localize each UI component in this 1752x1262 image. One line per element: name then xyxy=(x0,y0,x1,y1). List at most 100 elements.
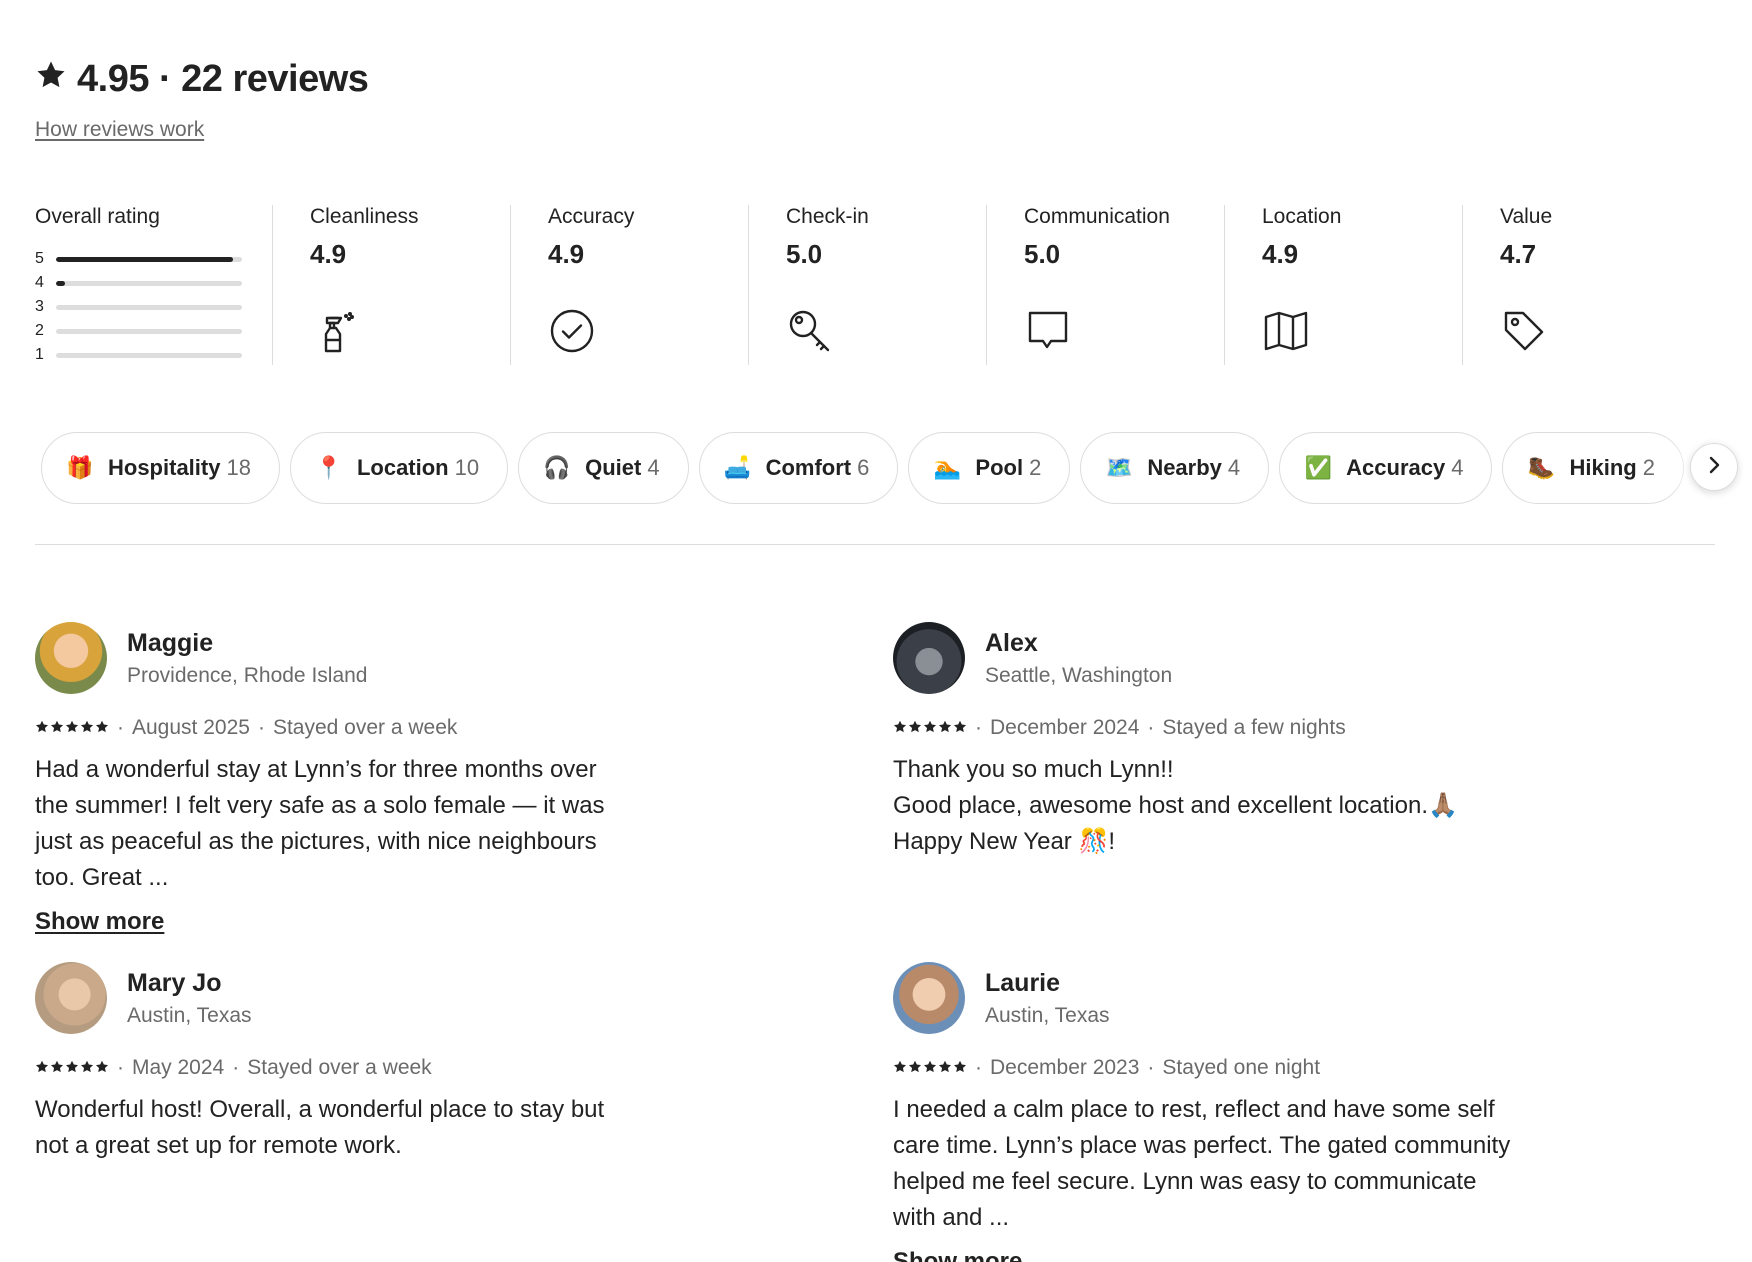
review-text: Had a wonderful stay at Lynn’s for three… xyxy=(35,752,635,896)
review-text-line: Thank you so much Lynn!! xyxy=(893,756,1174,783)
star-icon xyxy=(953,1056,967,1080)
how-reviews-work-link[interactable]: How reviews work xyxy=(35,118,204,142)
topic-chip-hiking[interactable]: 🥾 Hiking 2 xyxy=(1502,432,1684,504)
star-icon xyxy=(95,1056,109,1080)
star-icon xyxy=(65,716,79,740)
rating-bar-fill xyxy=(56,256,233,262)
star-icon xyxy=(908,1056,922,1080)
topic-chip-nearby[interactable]: 🗺️ Nearby 4 xyxy=(1080,432,1270,504)
review-text: I needed a calm place to rest, reflect a… xyxy=(893,1092,1513,1236)
reviewer-name: Alex xyxy=(985,628,1038,657)
review-meta: · August 2025 · Stayed over a week xyxy=(35,716,755,740)
show-more-button[interactable]: Show more xyxy=(35,908,164,936)
reviewer-name: Mary Jo xyxy=(127,968,222,997)
overall-score: 4.95 xyxy=(77,58,149,100)
reviewer-name: Laurie xyxy=(985,968,1061,997)
review-text-line: I needed a calm place to rest, reflect a… xyxy=(893,1096,1511,1231)
chip-label: Hospitality xyxy=(108,455,221,480)
chip-label: Quiet xyxy=(585,455,642,480)
star-icon xyxy=(938,716,952,740)
category-score: 4.9 xyxy=(548,239,585,269)
rating-bar-star: 4 xyxy=(35,274,44,291)
star-icon xyxy=(35,716,49,740)
review-text: Thank you so much Lynn!! Good place, awes… xyxy=(893,752,1493,860)
tag-icon xyxy=(1500,307,1550,357)
avatar[interactable] xyxy=(35,622,107,694)
review-text-line: Happy New Year 🎊! xyxy=(893,828,1115,855)
chip-label: Nearby xyxy=(1147,455,1222,480)
topic-chip-quiet[interactable]: 🎧 Quiet 4 xyxy=(518,432,689,504)
rating-bar-track xyxy=(56,304,242,310)
rating-bar-track xyxy=(56,328,242,334)
rating-categories: Overall rating 5 4 3 2 1 Cleanliness 4.9… xyxy=(35,205,1635,365)
review-text: Wonderful host! Overall, a wonderful pla… xyxy=(35,1092,635,1164)
avatar[interactable] xyxy=(893,622,965,694)
review-text-line: Had a wonderful stay at Lynn’s for three… xyxy=(35,756,605,891)
avatar[interactable] xyxy=(893,962,965,1034)
topic-chip-location[interactable]: 📍 Location 10 xyxy=(289,432,509,504)
rating-bar-star: 5 xyxy=(35,250,44,267)
category-score: 4.7 xyxy=(1500,239,1537,269)
overall-rating-breakdown: Overall rating 5 4 3 2 1 xyxy=(35,205,272,365)
star-icon xyxy=(35,1056,49,1080)
category-score: 5.0 xyxy=(1024,239,1061,269)
reviewer-header: Mary Jo Austin, Texas xyxy=(35,962,755,1034)
star-icon xyxy=(893,1056,907,1080)
chip-label: Comfort xyxy=(765,455,852,480)
spray-bottle-icon xyxy=(310,307,360,357)
chip-count: 2 xyxy=(1029,455,1042,480)
reviews-count: 22 reviews xyxy=(181,58,369,100)
chips-next-button[interactable] xyxy=(1690,443,1738,491)
meta-separator: · xyxy=(975,716,982,739)
topic-chip-hospitality[interactable]: 🎁 Hospitality 18 xyxy=(41,432,280,504)
rating-bar-row: 5 xyxy=(35,247,242,271)
chip-count: 4 xyxy=(1227,455,1241,480)
category-value: Value 4.7 xyxy=(1462,205,1700,365)
star-icon xyxy=(50,1056,64,1080)
reviewer-name: Maggie xyxy=(127,628,214,657)
star-icon xyxy=(893,716,907,740)
reviewer-location: Providence, Rhode Island xyxy=(127,663,368,687)
star-icon xyxy=(923,1056,937,1080)
chip-emoji-icon: 🥾 xyxy=(1527,455,1556,480)
topic-chip-pool[interactable]: 🏊 Pool 2 xyxy=(908,432,1071,504)
rating-bar-track xyxy=(56,256,242,262)
chip-emoji-icon: 📍 xyxy=(315,455,343,480)
review-text-line: Good place, awesome host and excellent l… xyxy=(893,792,1458,819)
reviews-header: 4.95 · 22 reviews xyxy=(35,58,369,101)
review-date: August 2025 xyxy=(132,716,250,739)
rating-bar-fill xyxy=(56,280,66,286)
review-date: May 2024 xyxy=(132,1056,225,1079)
show-more-button[interactable]: Show more xyxy=(893,1248,1022,1262)
category-location: Location 4.9 xyxy=(1224,205,1462,365)
review-stars xyxy=(893,716,967,740)
review-topic-chips: 🎁 Hospitality 18 📍 Location 10 🎧 Quiet 4 🛋️… xyxy=(35,430,1745,506)
map-icon xyxy=(1262,307,1312,357)
rating-summary: 4.95 · 22 reviews xyxy=(35,58,369,101)
topic-chip-accuracy[interactable]: ✅ Accuracy 4 xyxy=(1279,432,1493,504)
rating-bar-star: 2 xyxy=(35,322,44,339)
chip-count: 4 xyxy=(647,455,660,480)
section-divider xyxy=(35,544,1715,545)
topic-chip-comfort[interactable]: 🛋️ Comfort 6 xyxy=(698,432,899,504)
chip-count: 10 xyxy=(454,455,480,480)
rating-bar-star: 1 xyxy=(35,346,44,363)
rating-bar-star: 3 xyxy=(35,298,44,315)
reviewer-header: Alex Seattle, Washington xyxy=(893,622,1613,694)
star-icon xyxy=(923,716,937,740)
star-icon xyxy=(95,716,109,740)
review-card: Mary Jo Austin, Texas · May 2024 · Staye… xyxy=(35,962,755,1164)
review-meta: · May 2024 · Stayed over a week xyxy=(35,1056,755,1080)
reviewer-location: Austin, Texas xyxy=(985,1003,1110,1027)
category-check-in: Check-in 5.0 xyxy=(748,205,986,365)
chip-emoji-icon: 🗺️ xyxy=(1105,455,1134,480)
chip-emoji-icon: 🛋️ xyxy=(723,455,752,480)
avatar[interactable] xyxy=(35,962,107,1034)
category-accuracy: Accuracy 4.9 xyxy=(510,205,748,365)
category-score: 5.0 xyxy=(786,239,823,269)
reviewer-info: Maggie Providence, Rhode Island xyxy=(127,629,368,688)
reviewer-location: Austin, Texas xyxy=(127,1003,252,1027)
chip-emoji-icon: 🎧 xyxy=(543,455,571,480)
rating-bars: 5 4 3 2 1 xyxy=(35,247,242,367)
star-icon xyxy=(938,1056,952,1080)
